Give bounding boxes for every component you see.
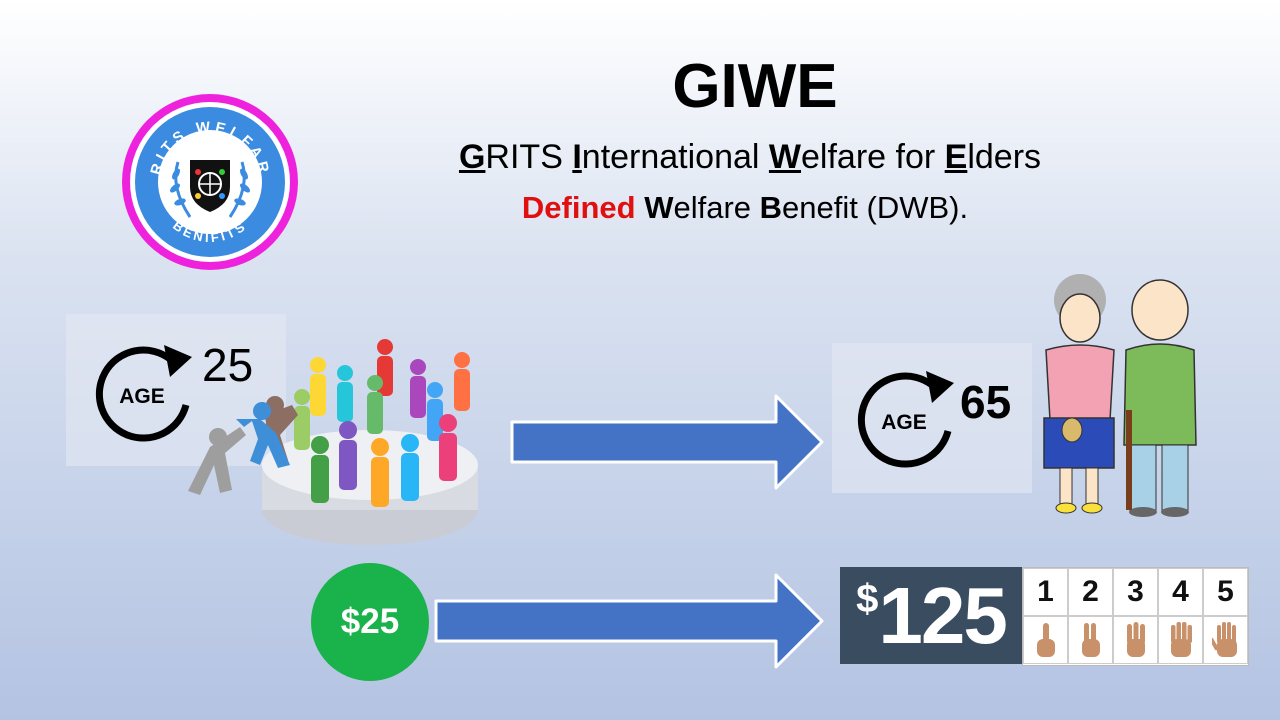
subtitle-text-run: E (944, 138, 968, 176)
count-number: 5 (1203, 568, 1248, 616)
three-fingers-hand-icon (1113, 616, 1158, 664)
arrow-right-icon (434, 573, 824, 669)
subtitle-text-run: W (644, 190, 674, 225)
age-end-panel: AGE 65 (832, 343, 1032, 493)
contribution-coin: $25 (311, 563, 429, 681)
two-fingers-hand-icon (1068, 616, 1113, 664)
subtitle-text-run: lders (967, 138, 1042, 176)
payout-value: 125 (878, 570, 1007, 660)
subtitle-text-run: I (572, 138, 582, 176)
subtitle-text-run: nternational (581, 138, 769, 176)
subtitle-text-run: elfare (673, 190, 760, 225)
subtitle-full-name: GRITS International Welfare for Elders (380, 138, 1120, 177)
elderly-couple-illustration (1043, 274, 1197, 517)
grits-welfare-logo: GRITS WELFARE BENIFITS (120, 92, 298, 270)
subtitle-text-run: enefit (DWB). (782, 190, 969, 225)
age-start-label: AGE (119, 385, 165, 408)
payout-amount: $ 125 (840, 567, 1022, 664)
subtitle-text-run: B (759, 190, 783, 225)
subtitle-text-run: RITS (485, 138, 573, 176)
subtitle-text-run (636, 190, 645, 225)
subtitle-text-run: G (458, 138, 486, 176)
age-end-value: 65 (960, 376, 1012, 428)
age-end-label: AGE (881, 411, 927, 434)
subtitle-text-run: Defined (521, 190, 636, 225)
age-cycle-icon: AGE (857, 371, 954, 468)
arrow-right-icon (510, 394, 824, 490)
page-title: GIWE (672, 52, 838, 121)
subtitle-text-run: W (768, 138, 802, 176)
subtitle-dwb: Defined Welfare Benefit (DWB). (440, 190, 1050, 226)
four-fingers-hand-icon (1158, 616, 1203, 664)
one-finger-hand-icon (1023, 616, 1068, 664)
count-number: 4 (1158, 568, 1203, 616)
subtitle-text-run: elfare for (801, 138, 945, 176)
count-number: 1 (1023, 568, 1068, 616)
count-number: 3 (1113, 568, 1158, 616)
crowd-illustration (188, 339, 478, 545)
five-fingers-hand-icon (1203, 616, 1248, 664)
payout-currency: $ (856, 577, 879, 621)
count-number: 2 (1068, 568, 1113, 616)
finger-counting-chart: 1 2 3 4 5 (1022, 567, 1249, 666)
